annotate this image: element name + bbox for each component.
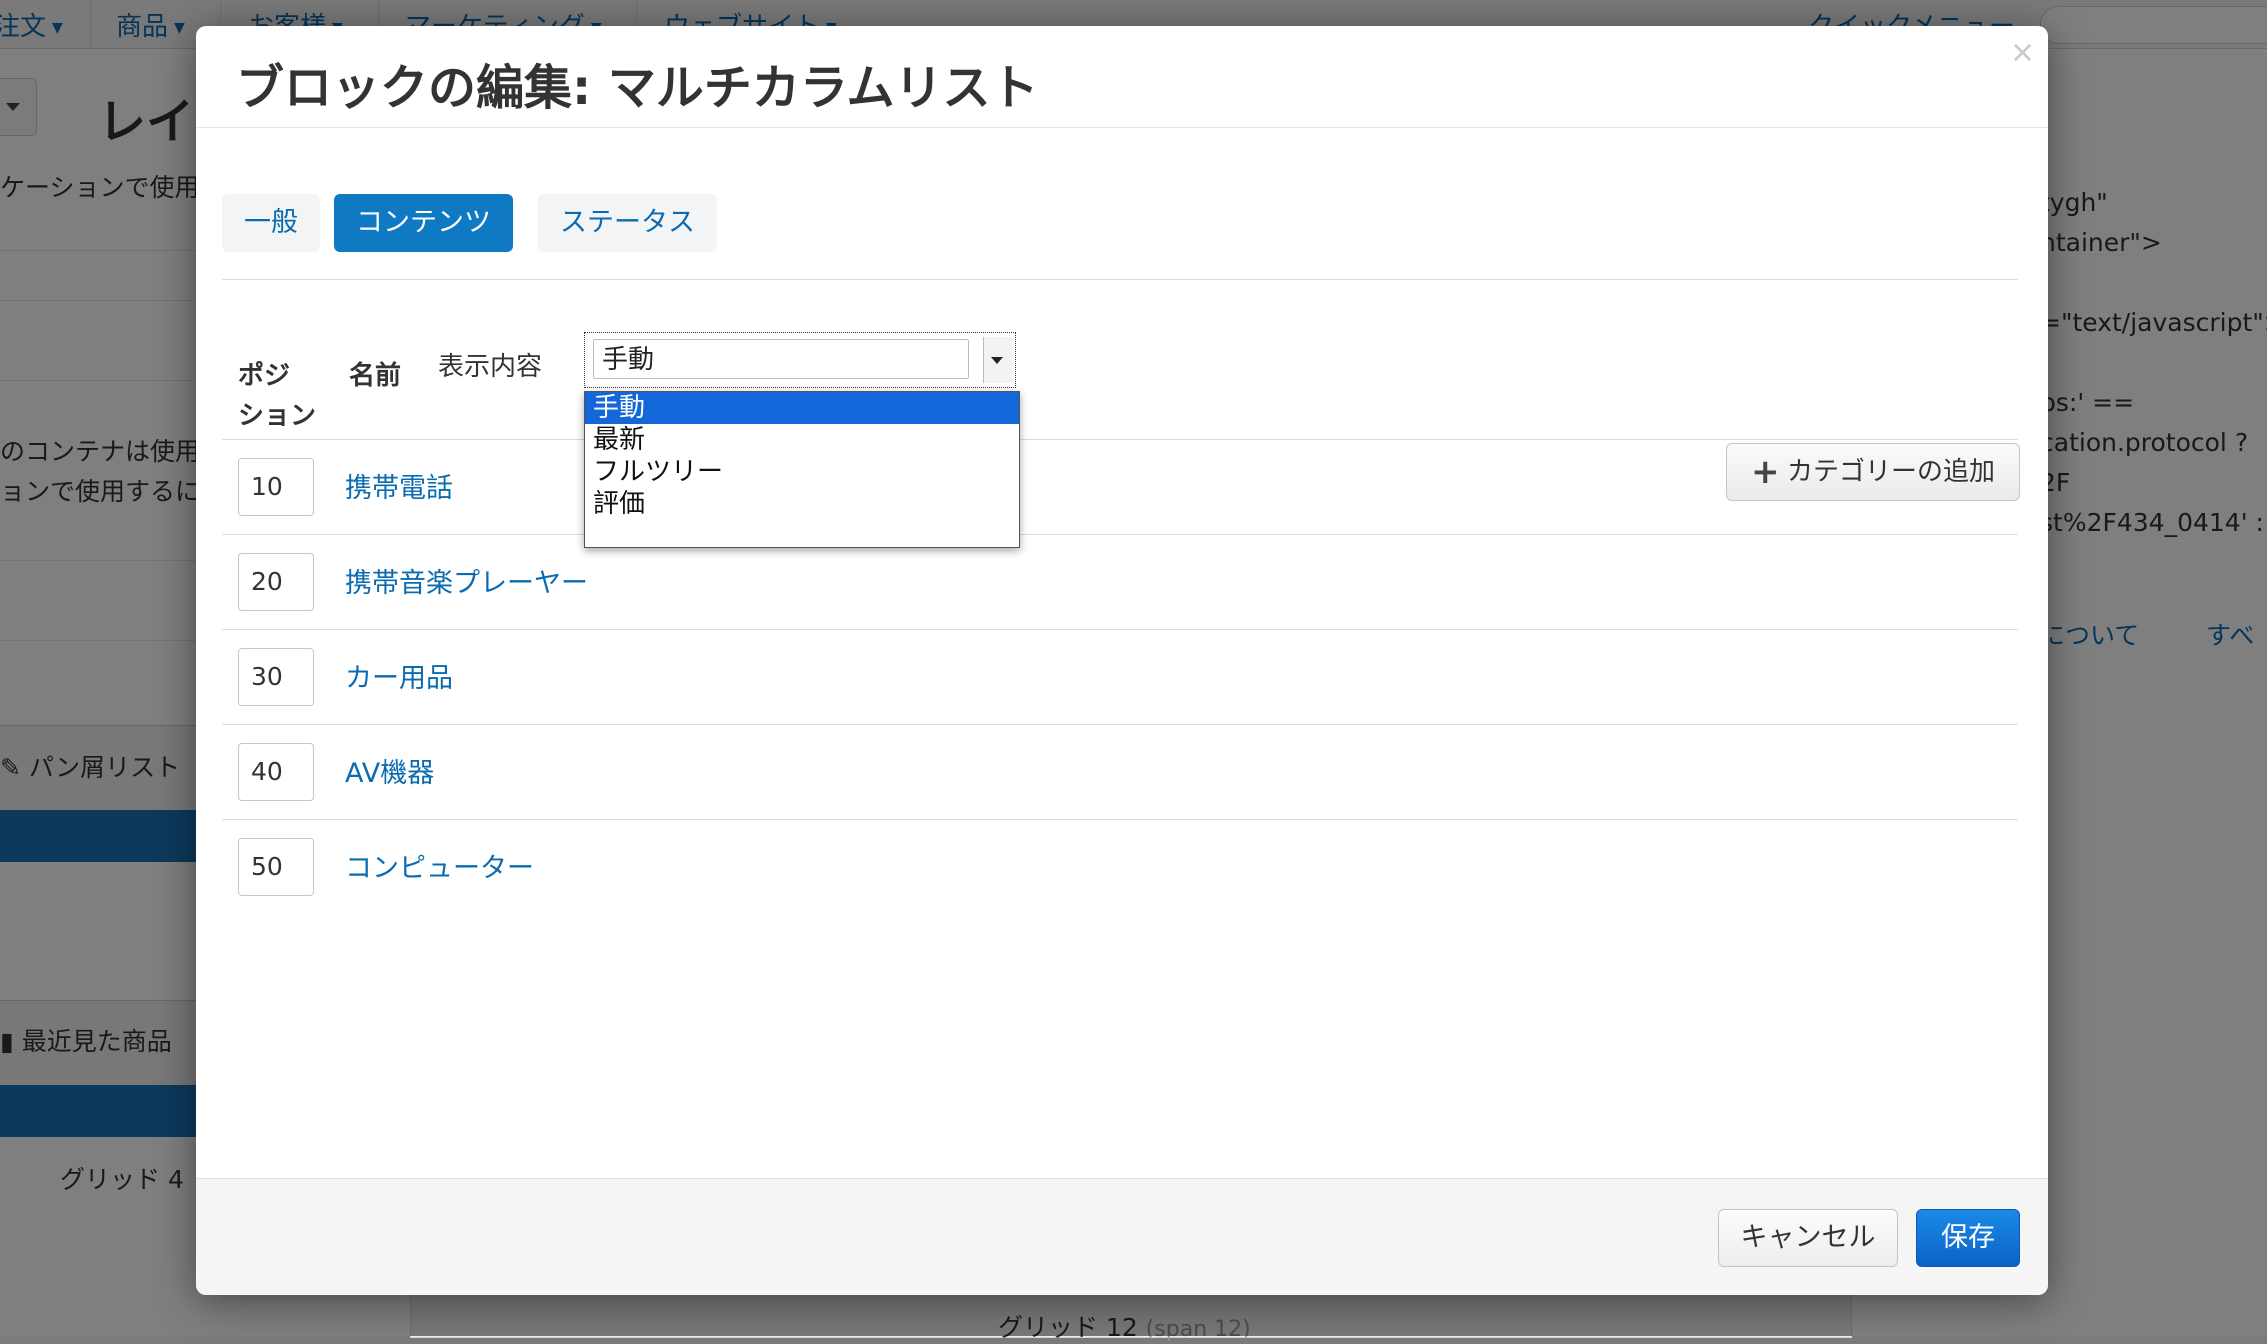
cancel-button[interactable]: キャンセル xyxy=(1718,1209,1898,1267)
display-content-dropdown: 手動 最新 フルツリー 評価 xyxy=(584,391,1020,548)
dropdown-option-full-tree[interactable]: フルツリー xyxy=(585,456,1019,488)
column-header-name: 名前 xyxy=(349,361,402,391)
table-row: 50 コンピューター xyxy=(222,820,2018,914)
edit-block-dialog: ブロックの編集: マルチカラムリスト × 一般 コンテンツ ステータス 表示内容… xyxy=(196,26,2048,1295)
chevron-down-icon[interactable] xyxy=(983,337,1012,383)
dropdown-option-manual[interactable]: 手動 xyxy=(585,392,1019,424)
category-link[interactable]: コンピューター xyxy=(345,846,534,885)
position-input[interactable]: 30 xyxy=(238,648,314,706)
dialog-header: ブロックの編集: マルチカラムリスト × xyxy=(196,26,2048,128)
tabs-divider xyxy=(222,279,2018,280)
tab-general[interactable]: 一般 xyxy=(222,194,320,252)
position-input[interactable]: 40 xyxy=(238,743,314,801)
position-input[interactable]: 10 xyxy=(238,458,314,516)
category-link[interactable]: 携帯電話 xyxy=(345,466,453,505)
category-link[interactable]: カー用品 xyxy=(345,656,453,695)
display-content-value: 手動 xyxy=(593,339,969,379)
position-input[interactable]: 50 xyxy=(238,838,314,896)
close-icon[interactable]: × xyxy=(2010,38,2035,68)
display-content-select[interactable]: 手動 xyxy=(584,332,1016,388)
dialog-footer: キャンセル 保存 xyxy=(196,1178,2048,1295)
dialog-title: ブロックの編集: マルチカラムリスト xyxy=(236,60,1039,116)
dropdown-option-rating[interactable]: 評価 xyxy=(585,488,1019,520)
table-row: 30 カー用品 xyxy=(222,630,2018,724)
category-link[interactable]: 携帯音楽プレーヤー xyxy=(345,561,588,600)
column-header-position: ポジ ション xyxy=(238,361,317,431)
save-button[interactable]: 保存 xyxy=(1916,1209,2020,1267)
display-content-label: 表示内容 xyxy=(438,352,543,382)
tab-content[interactable]: コンテンツ xyxy=(334,194,513,252)
table-row: 20 携帯音楽プレーヤー xyxy=(222,535,2018,629)
table-row: 10 携帯電話 xyxy=(222,440,2018,534)
table-row: 40 AV機器 xyxy=(222,725,2018,819)
position-input[interactable]: 20 xyxy=(238,553,314,611)
tab-status[interactable]: ステータス xyxy=(538,194,717,252)
category-link[interactable]: AV機器 xyxy=(345,751,434,790)
dropdown-option-newest[interactable]: 最新 xyxy=(585,424,1019,456)
